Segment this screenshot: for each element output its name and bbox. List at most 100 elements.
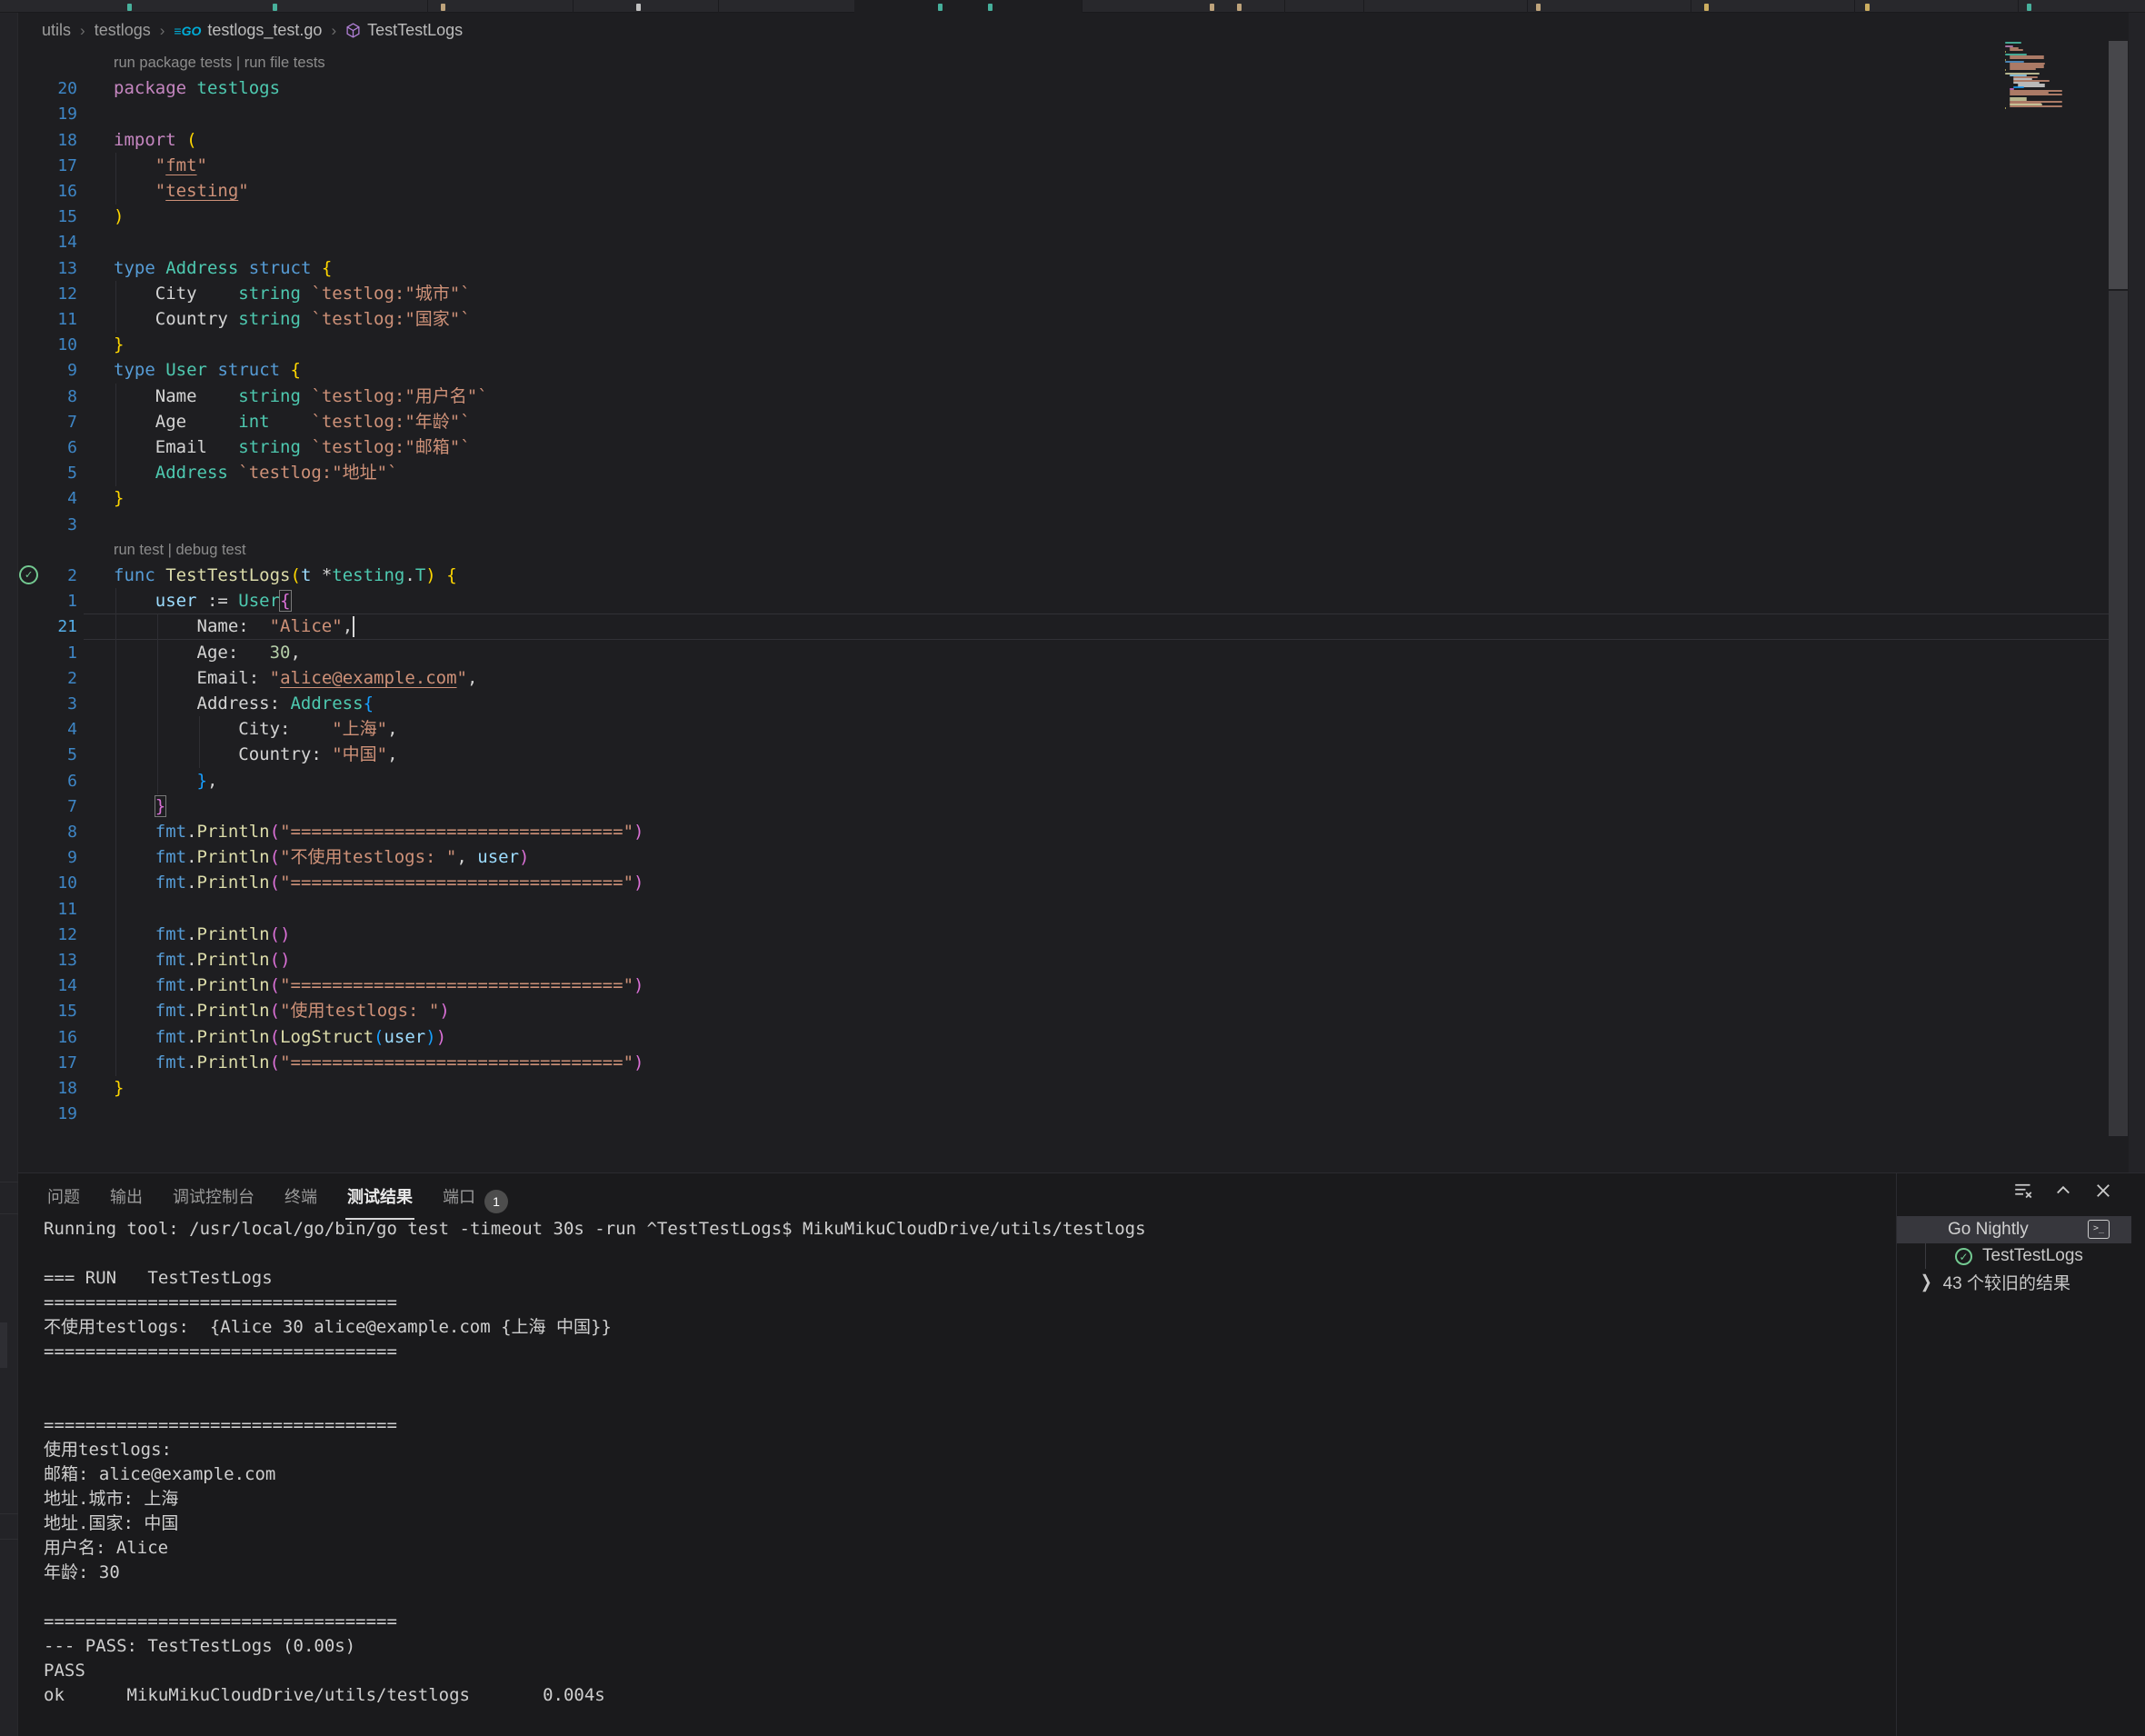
panel-tab-问题[interactable]: 问题 bbox=[45, 1179, 82, 1222]
code-text: fmt.Println("===========================… bbox=[114, 1050, 644, 1076]
code-text: package testlogs bbox=[114, 75, 280, 102]
code-line[interactable]: 6 Email string `testlog:"邮箱"` bbox=[0, 434, 2145, 461]
code-text: fmt.Println("===========================… bbox=[114, 870, 644, 896]
code-text: Address: Address{ bbox=[114, 691, 374, 717]
code-line[interactable]: 5 Country: "中国", bbox=[0, 742, 2145, 768]
test-results-sidebar: Go Nightly >_ ✓ TestTestLogs ❯ 43 个较旧的结果 bbox=[1896, 1172, 2145, 1736]
output-line: ================================== bbox=[44, 1610, 1871, 1634]
code-text: import ( bbox=[114, 127, 197, 154]
code-text: fmt.Println() bbox=[114, 922, 291, 948]
code-line[interactable]: 8 fmt.Println("=========================… bbox=[0, 819, 2145, 845]
codelens-row[interactable]: run test | debug test bbox=[0, 537, 2145, 564]
code-line[interactable]: 17 fmt.Println("========================… bbox=[0, 1050, 2145, 1076]
run-test-gutter-icon[interactable]: ✓ bbox=[19, 565, 38, 584]
active-tab-fragment[interactable] bbox=[854, 0, 1082, 13]
panel-tab-测试结果[interactable]: 测试结果 bbox=[345, 1179, 414, 1222]
tab-icon-fragment bbox=[1536, 4, 1541, 11]
sidebar-sash[interactable] bbox=[0, 1322, 7, 1368]
breadcrumb: utils›testlogs›≡GOtestlogs_test.go›TestT… bbox=[0, 14, 2145, 47]
code-line[interactable]: 12 City string `testlog:"城市"` bbox=[0, 281, 2145, 307]
test-name-label: TestTestLogs bbox=[1982, 1246, 2083, 1266]
code-line[interactable]: 6 }, bbox=[0, 768, 2145, 794]
code-line[interactable]: 17 "fmt" bbox=[0, 153, 2145, 179]
code-line[interactable]: 18} bbox=[0, 1075, 2145, 1102]
close-panel-icon[interactable] bbox=[2093, 1181, 2113, 1201]
breadcrumb-item[interactable]: utils bbox=[42, 21, 71, 40]
editor-scrollbar-thumb[interactable] bbox=[2109, 41, 2128, 289]
code-line[interactable]: 2✓func TestTestLogs(t *testing.T) { bbox=[0, 563, 2145, 589]
code-line[interactable]: 11 bbox=[0, 896, 2145, 923]
code-line[interactable]: 19 bbox=[0, 101, 2145, 127]
breadcrumb-item[interactable]: testlogs_test.go bbox=[207, 21, 322, 40]
tab-separator bbox=[718, 0, 719, 13]
test-output[interactable]: Running tool: /usr/local/go/bin/go test … bbox=[44, 1217, 1871, 1708]
panel-tab-端口[interactable]: 端口1 bbox=[441, 1179, 510, 1222]
code-line[interactable]: 10} bbox=[0, 332, 2145, 358]
code-line[interactable]: 15 fmt.Println("使用testlogs: ") bbox=[0, 998, 2145, 1024]
code-line[interactable]: 9type User struct { bbox=[0, 357, 2145, 384]
code-line[interactable]: 2 Email: "alice@example.com", bbox=[0, 665, 2145, 692]
code-text: ) bbox=[114, 204, 124, 230]
code-text: fmt.Println("===========================… bbox=[114, 973, 644, 999]
code-line[interactable]: 15) bbox=[0, 204, 2145, 230]
clear-results-icon[interactable] bbox=[2013, 1181, 2033, 1201]
code-text: City string `testlog:"城市"` bbox=[114, 281, 471, 307]
editor-scrollbar-track[interactable] bbox=[2109, 291, 2128, 1136]
codelens-action[interactable]: run package tests | run file tests bbox=[114, 50, 325, 76]
code-line[interactable]: 1 Age: 30, bbox=[0, 640, 2145, 666]
collapse-panel-icon[interactable] bbox=[2053, 1181, 2073, 1201]
code-line[interactable]: 4 City: "上海", bbox=[0, 716, 2145, 743]
code-line[interactable]: 14 bbox=[0, 229, 2145, 255]
code-text: City: "上海", bbox=[114, 716, 398, 743]
results-provider-row[interactable]: Go Nightly >_ bbox=[1897, 1216, 2131, 1243]
code-line[interactable]: 13type Address struct { bbox=[0, 255, 2145, 282]
code-line[interactable]: 9 fmt.Println("不使用testlogs: ", user) bbox=[0, 844, 2145, 871]
code-line[interactable]: 16 "testing" bbox=[0, 178, 2145, 205]
output-line: PASS bbox=[44, 1659, 1871, 1683]
code-line[interactable]: 7 } bbox=[0, 793, 2145, 820]
terminal-icon[interactable]: >_ bbox=[2088, 1220, 2110, 1239]
code-line[interactable]: 10 fmt.Println("========================… bbox=[0, 870, 2145, 896]
code-text: user := User{ bbox=[114, 588, 291, 614]
minimap-line bbox=[2010, 68, 2037, 70]
code-line[interactable]: 5 Address `testlog:"地址"` bbox=[0, 460, 2145, 486]
code-line[interactable]: 16 fmt.Println(LogStruct(user)) bbox=[0, 1024, 2145, 1051]
tab-icon-fragment bbox=[273, 4, 277, 11]
code-line[interactable]: 1 user := User{ bbox=[0, 588, 2145, 614]
minimap-line bbox=[2010, 105, 2063, 107]
code-line[interactable]: 18import ( bbox=[0, 127, 2145, 154]
output-line: 使用testlogs: bbox=[44, 1438, 1871, 1462]
code-line[interactable]: 7 Age int `testlog:"年龄"` bbox=[0, 409, 2145, 435]
code-line[interactable]: 13 fmt.Println() bbox=[0, 947, 2145, 973]
tab-separator bbox=[1854, 0, 1855, 13]
code-line[interactable]: 8 Name string `testlog:"用户名"` bbox=[0, 384, 2145, 410]
panel-tab-输出[interactable]: 输出 bbox=[108, 1179, 145, 1222]
minimap-line bbox=[2005, 107, 2006, 109]
code-line[interactable]: 21 Name: "Alice", bbox=[0, 614, 2145, 640]
code-line[interactable]: 3 Address: Address{ bbox=[0, 691, 2145, 717]
tab-icon-fragment bbox=[938, 4, 943, 11]
codelens-row[interactable]: run package tests | run file tests bbox=[0, 50, 2145, 76]
code-line[interactable]: 3 bbox=[0, 512, 2145, 538]
code-line[interactable]: 14 fmt.Println("========================… bbox=[0, 973, 2145, 999]
panel-tab-终端[interactable]: 终端 bbox=[283, 1179, 319, 1222]
code-line[interactable]: 20package testlogs bbox=[0, 75, 2145, 102]
codelens-action[interactable]: run test | debug test bbox=[114, 537, 246, 564]
divider bbox=[0, 1539, 18, 1540]
output-line bbox=[44, 1585, 1871, 1610]
code-line[interactable]: 4} bbox=[0, 485, 2145, 512]
breadcrumb-item[interactable]: testlogs bbox=[95, 21, 151, 40]
code-line[interactable]: 11 Country string `testlog:"国家"` bbox=[0, 306, 2145, 333]
minimap[interactable] bbox=[2005, 42, 2060, 118]
panel-tab-调试控制台[interactable]: 调试控制台 bbox=[171, 1179, 256, 1222]
go-file-icon: ≡GO bbox=[174, 24, 201, 38]
code-line[interactable]: 12 fmt.Println() bbox=[0, 922, 2145, 948]
code-text: Name string `testlog:"用户名"` bbox=[114, 384, 488, 410]
older-results-row[interactable]: ❯ 43 个较旧的结果 bbox=[1897, 1269, 2131, 1294]
minimap-line bbox=[2005, 51, 2006, 53]
code-line[interactable]: 19 bbox=[0, 1101, 2145, 1127]
breadcrumb-item[interactable]: TestTestLogs bbox=[367, 21, 463, 40]
results-test-row[interactable]: ✓ TestTestLogs bbox=[1897, 1243, 2131, 1269]
code-editor[interactable]: run package tests | run file tests20pack… bbox=[0, 47, 2145, 1172]
code-text: Age: 30, bbox=[114, 640, 301, 666]
